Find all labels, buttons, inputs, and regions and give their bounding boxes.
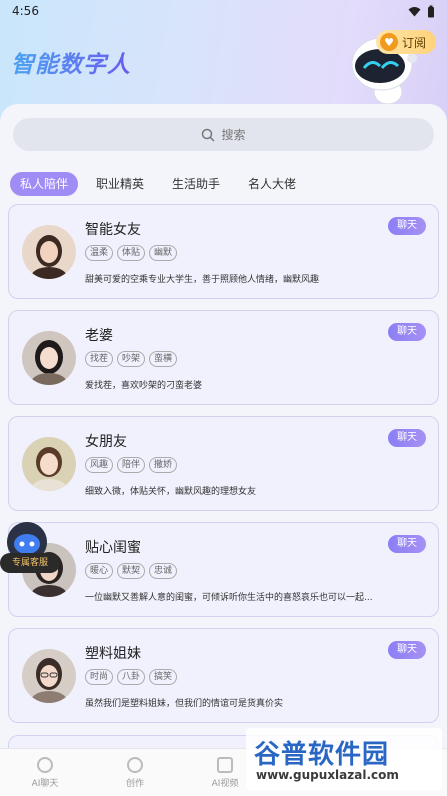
search-icon [202,128,216,142]
nav-label: 创作 [125,778,144,789]
character-card[interactable]: 塑料姐妹 聊天 时尚 八卦 搞笑 虽然我们是塑料姐妹，但我们的情谊可是货真价实 [8,628,439,723]
chat-icon [37,756,53,773]
character-card[interactable]: 贴心闺蜜 聊天 暖心 默契 忠诚 一位幽默又善解人意的闺蜜，可倾诉听你生活中的喜… [8,522,439,617]
category-tabs: 私人陪伴 职业精英 生活助手 名人大佬 [10,172,314,196]
tag-list: 时尚 八卦 搞笑 [85,669,178,685]
subscribe-button[interactable]: ♥ 订阅 [376,30,437,54]
tag: 默契 [117,563,146,579]
nav-label: AI视频 [211,778,239,789]
tag-list: 找茬 吵架 蛮横 [85,351,178,367]
tag: 八卦 [117,669,146,685]
character-name: 老婆 [85,328,113,344]
tag-list: 风趣 陪伴 撒娇 [85,457,178,473]
tab-life-assistant[interactable]: 生活助手 [162,172,230,196]
heart-coin-icon: ♥ [380,33,398,51]
tag-list: 暖心 默契 忠诚 [85,563,178,579]
battery-icon [428,5,434,17]
character-description: 虽然我们是塑料姐妹，但我们的情谊可是货真价实 [85,699,284,709]
tag: 温柔 [85,245,114,261]
search-placeholder: 搜索 [221,128,246,142]
character-card[interactable]: 智能女友 聊天 温柔 体贴 幽默 甜美可爱的空乘专业大学生，善于照顾他人情绪，幽… [8,204,439,299]
tag: 时尚 [85,669,114,685]
tag: 体贴 [117,245,146,261]
tab-private-companion[interactable]: 私人陪伴 [10,172,79,196]
tag: 蛮横 [149,351,178,367]
character-name: 智能女友 [85,222,141,238]
chat-button[interactable]: 聊天 [388,641,426,659]
character-description: 爱找茬，喜欢吵架的刁蛮老婆 [85,381,203,391]
character-description: 一位幽默又善解人意的闺蜜，可倾诉听你生活中的喜怒哀乐也可以一起... [85,593,373,603]
avatar [22,225,76,279]
chat-button[interactable]: 聊天 [388,535,426,553]
tag: 撒娇 [149,457,178,473]
tag: 暖心 [85,563,114,579]
nav-create[interactable]: 创作 [90,749,180,796]
customer-service-label[interactable]: 专属客服 [0,553,60,573]
character-description: 甜美可爱的空乘专业大学生，善于照顾他人情绪，幽默风趣 [85,275,320,285]
status-icons [408,5,435,18]
character-card[interactable]: 女朋友 聊天 风趣 陪伴 撒娇 细致入微，体贴关怀，幽默风趣的理想女友 [8,416,439,511]
watermark-title: 谷普软件园 [254,740,390,770]
search-bar[interactable]: 搜索 [13,118,434,151]
video-icon [217,756,233,773]
character-card[interactable]: 老婆 聊天 找茬 吵架 蛮横 爱找茬，喜欢吵架的刁蛮老婆 [8,310,439,405]
chat-button[interactable]: 聊天 [388,217,426,235]
character-name: 贴心闺蜜 [85,540,141,556]
tag: 吵架 [117,351,146,367]
tag-list: 温柔 体贴 幽默 [85,245,178,261]
tag: 找茬 [85,351,114,367]
character-name: 塑料姐妹 [85,646,141,662]
subscribe-label: 订阅 [402,35,427,50]
nav-ai-chat[interactable]: AI聊天 [0,749,90,796]
lightbulb-icon [127,756,143,773]
wifi-icon [408,6,421,16]
app-title: 智能数字人 [11,45,131,79]
watermark: 谷普软件园 www.gupuxlazal.com [246,728,442,790]
chat-button[interactable]: 聊天 [388,323,426,341]
character-description: 细致入微，体贴关怀，幽默风趣的理想女友 [85,487,257,497]
tag: 陪伴 [117,457,146,473]
character-name: 女朋友 [85,434,127,450]
tag: 幽默 [149,245,178,261]
avatar [22,331,76,385]
avatar [22,437,76,491]
watermark-url: www.gupuxlazal.com [256,768,399,782]
tab-career-elite[interactable]: 职业精英 [86,172,154,196]
tab-celebrities[interactable]: 名人大佬 [238,172,306,196]
chat-button[interactable]: 聊天 [388,429,426,447]
tag: 风趣 [85,457,114,473]
tag: 搞笑 [149,669,178,685]
tag: 忠诚 [149,563,178,579]
avatar [22,649,76,703]
status-bar: 4:56 [0,0,447,22]
nav-label: AI聊天 [31,778,59,789]
status-time: 4:56 [12,4,39,18]
